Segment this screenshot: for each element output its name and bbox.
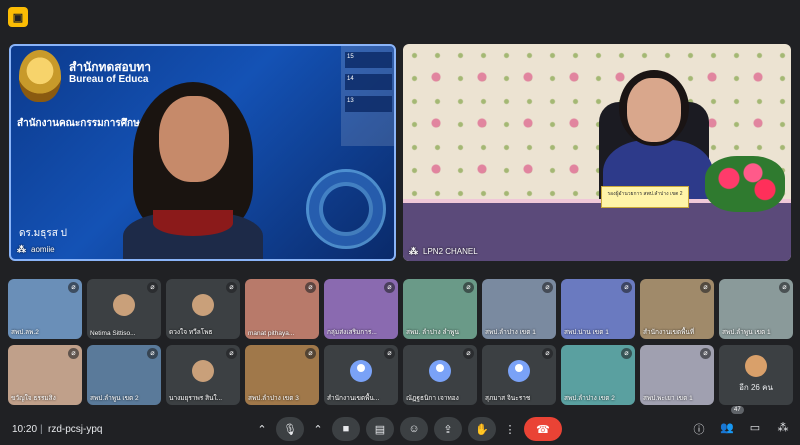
pin-icon[interactable]: ⁂ (409, 246, 418, 257)
chevron-up-icon[interactable]: ⌃ (310, 417, 326, 441)
slide-presenter-text: ดร.มธุรส ป (19, 228, 67, 239)
more-participants-count: อีก 26 คน (739, 383, 773, 392)
avatar (745, 355, 767, 377)
avatar (113, 294, 135, 316)
decorative-rings (306, 169, 386, 249)
participant-tile[interactable]: ⌀ สพป.ลำพูน เขต 2 (87, 345, 161, 405)
mic-off-icon: ⌀ (779, 282, 790, 293)
participant-tile[interactable]: ⌀ สพป.ลำพูน เขต 1 (719, 279, 793, 339)
participant-tile[interactable]: ⌀ สพป.พะเยา เขต 1 (640, 345, 714, 405)
participant-video (123, 82, 263, 259)
pin-icon[interactable]: ⁂ (17, 244, 26, 255)
participant-tile[interactable]: ⌀ นางมยุราพร สินใ... (166, 345, 240, 405)
participant-tile[interactable]: ⌀ สพป.ลำปาง เขต 2 (561, 345, 635, 405)
mic-off-icon: ⌀ (147, 282, 158, 293)
present-screen-icon[interactable]: ⇪ (434, 417, 462, 441)
participant-name-label: ⁂ LPN2 CHANEL (409, 246, 478, 257)
avatar (192, 294, 214, 316)
mic-off-icon: ⌀ (621, 282, 632, 293)
meeting-code: rzd-pcsj-ypq (48, 424, 103, 435)
meeting-controls: ⌃ 🎙 ⌃ ■ ▤ ☺ ⇪ ✋ ⋮ ☎ (254, 417, 562, 441)
more-participants-tile[interactable]: อีก 26 คน (719, 345, 793, 405)
participant-name-label: ⁂ aomiie (17, 244, 55, 255)
raise-hand-icon[interactable]: ✋ (468, 417, 496, 441)
mic-off-icon: ⌀ (700, 282, 711, 293)
end-call-button[interactable]: ☎ (524, 417, 562, 441)
avatar (350, 360, 372, 382)
camera-icon[interactable]: ■ (332, 417, 360, 441)
participant-tile[interactable]: ⌀ สำนักงานเขตพื้น... (324, 345, 398, 405)
participant-tile[interactable]: ⌀ สพป.ลพ.2 (8, 279, 82, 339)
mic-off-icon: ⌀ (542, 348, 553, 359)
mic-off-icon: ⌀ (226, 282, 237, 293)
participant-tile[interactable]: ⌀ สพป.ลำปาง เขต 3 (245, 345, 319, 405)
slide-number: 15 (345, 52, 392, 68)
meet-app-icon[interactable]: ▣ (8, 7, 28, 27)
ministry-seal-logo (19, 50, 61, 102)
avatar (192, 360, 214, 382)
avatar (508, 360, 530, 382)
emoji-icon[interactable]: ☺ (400, 417, 428, 441)
main-tile-presenter[interactable]: สำนักทดสอบทา Bureau of Educa สำนักงานคณะ… (9, 44, 396, 261)
info-icon[interactable]: ⓘ (692, 421, 706, 436)
people-icon[interactable]: 👥 (720, 421, 734, 435)
participant-tile[interactable]: ⌀ สพม. ลำปาง ลำพูน (403, 279, 477, 339)
mic-off-icon: ⌀ (226, 348, 237, 359)
participant-tile[interactable]: ⌀ สพป.ลำปาง เขต 1 (482, 279, 556, 339)
participant-tile[interactable]: ⌀ manat pithaya... (245, 279, 319, 339)
mic-off-icon: ⌀ (463, 348, 474, 359)
chevron-up-icon[interactable]: ⌃ (254, 417, 270, 441)
activities-icon[interactable]: ⁂ (776, 421, 790, 435)
mic-off-icon: ⌀ (384, 348, 395, 359)
participant-tile[interactable]: ⌀ สุภมาส จินะราช (482, 345, 556, 405)
mic-off-icon: ⌀ (463, 282, 474, 293)
avatar (429, 360, 451, 382)
mic-off-icon: ⌀ (305, 282, 316, 293)
participant-tile[interactable]: ⌀ Netima Sittiso... (87, 279, 161, 339)
slide-number: 13 (345, 96, 392, 112)
mic-off-icon: ⌀ (147, 348, 158, 359)
more-options-icon[interactable]: ⋮ (502, 417, 518, 441)
participant-tile[interactable]: ⌀ สพป.น่าน เขต 1 (561, 279, 635, 339)
mic-off-icon: ⌀ (542, 282, 553, 293)
side-panel-controls: ⓘ 👥 ▭ ⁂ (692, 421, 790, 436)
captions-icon[interactable]: ▤ (366, 417, 394, 441)
mic-off-icon: ⌀ (68, 348, 79, 359)
slide-side-panel: 15 14 13 (341, 46, 394, 146)
main-tile-speaker[interactable]: รองผู้อำนวยการ สพป.ลำปาง เขต 2 ⁂ LPN2 CH… (403, 44, 791, 261)
flower-arrangement (705, 156, 785, 212)
chat-icon[interactable]: ▭ (748, 421, 762, 435)
nameplate: รองผู้อำนวยการ สพป.ลำปาง เขต 2 (601, 186, 689, 208)
slide-number: 14 (345, 74, 392, 90)
mic-off-icon: ⌀ (700, 348, 711, 359)
participant-tile[interactable]: ⌀ สำนักงานเขตพื้นที่ (640, 279, 714, 339)
mic-off-icon: ⌀ (305, 348, 316, 359)
participant-tile[interactable]: ⌀ ณัฏฐธนิกา เจาทอง (403, 345, 477, 405)
participant-tile[interactable]: ⌀ กลุ่มส่งเสริมการ... (324, 279, 398, 339)
mic-off-icon: ⌀ (621, 348, 632, 359)
microphone-icon[interactable]: 🎙 (276, 417, 304, 441)
mic-off-icon: ⌀ (384, 282, 395, 293)
participant-tile[interactable]: ⌀ ดวงใจ ทวีลโพธ (166, 279, 240, 339)
control-bar: 10:20 | rzd-pcsj-ypq ⌃ 🎙 ⌃ ■ ▤ ☺ ⇪ ✋ ⋮ ☎… (0, 406, 800, 445)
mic-off-icon: ⌀ (68, 282, 79, 293)
clock: 10:20 (12, 424, 38, 435)
participant-tile[interactable]: ⌀ ขวัญใจ ธรรมสิง (8, 345, 82, 405)
separator: | (40, 424, 43, 435)
participants-count-badge: 47 (731, 406, 744, 414)
